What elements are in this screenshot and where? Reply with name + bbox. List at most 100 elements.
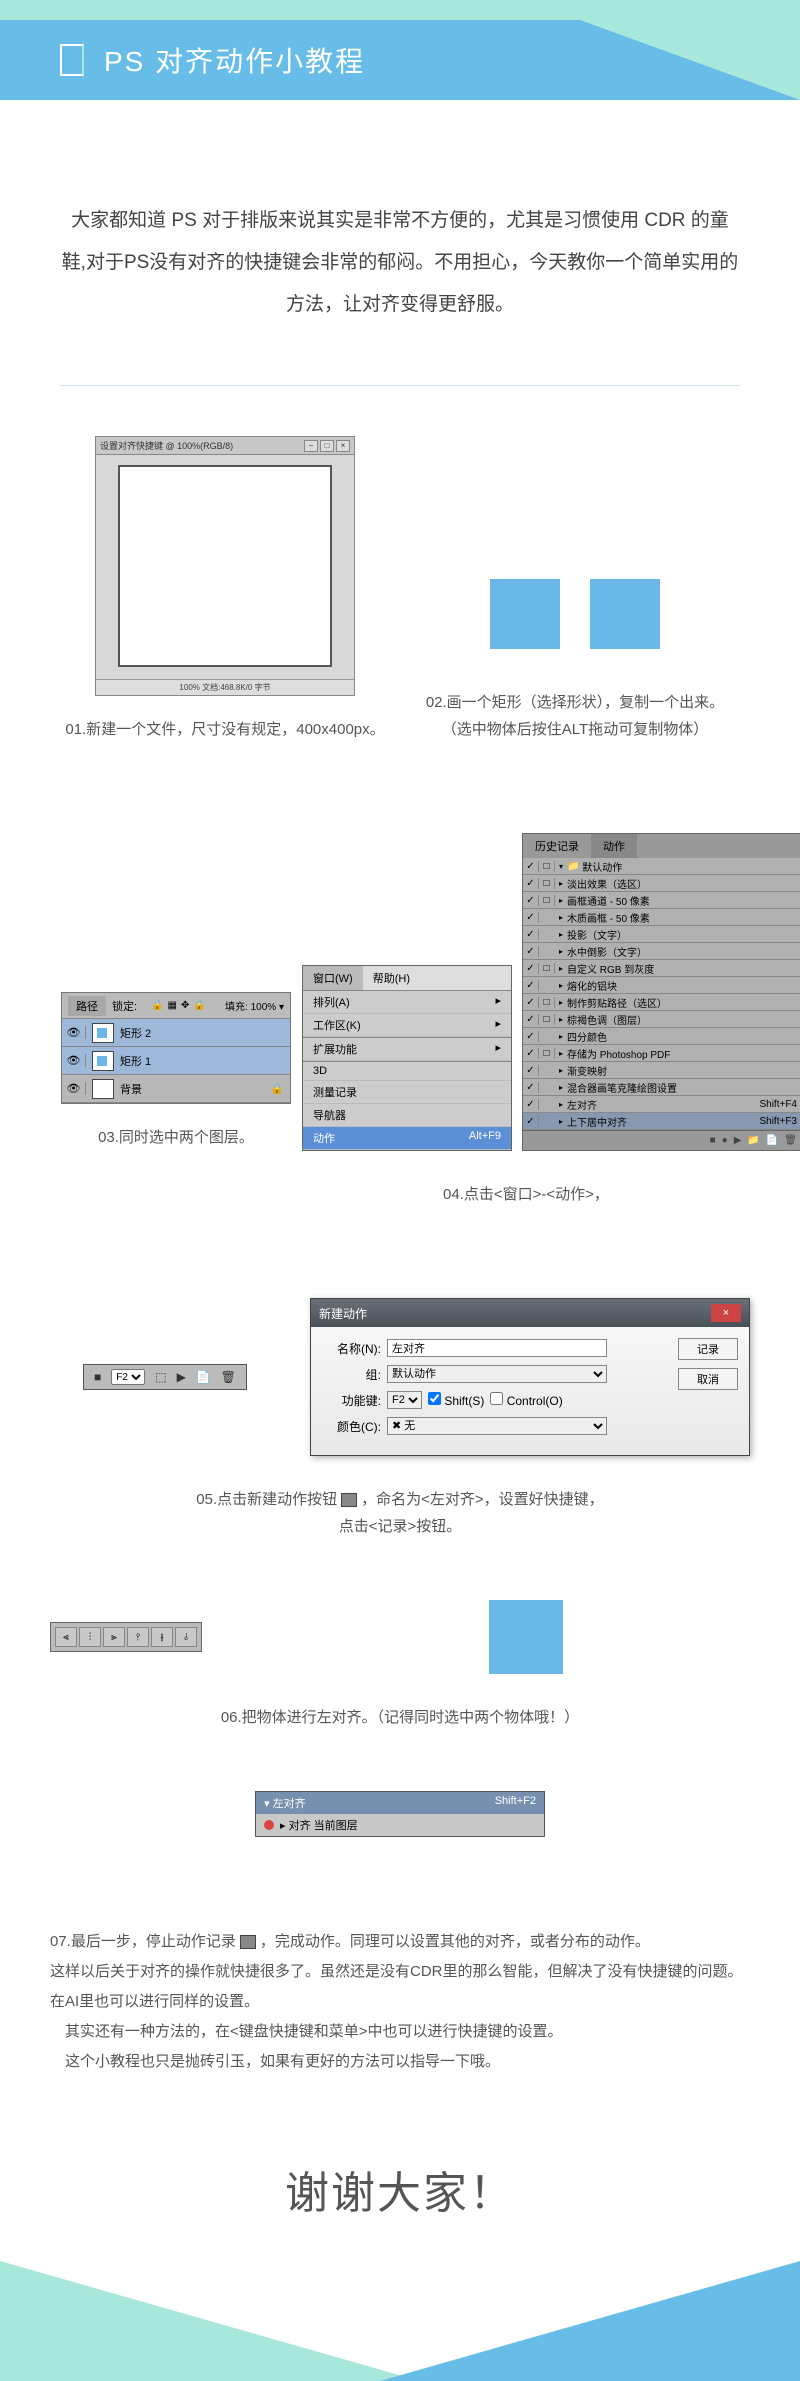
- menu-item[interactable]: 扩展功能▸: [303, 1038, 511, 1061]
- lock-pos-icon[interactable]: ✥: [181, 1000, 189, 1011]
- action-row[interactable]: ✓▸四分颜色: [523, 1028, 800, 1045]
- tab-paths[interactable]: 路径: [68, 996, 106, 1016]
- menu-item[interactable]: 3D: [303, 1062, 511, 1081]
- mini-toolbar: ■ F2 ⬚ ▶ 📄 🗑: [83, 1364, 247, 1390]
- lock-label: 锁定:: [112, 998, 137, 1014]
- fn-label: 功能键:: [325, 1392, 381, 1409]
- action-step-row[interactable]: ▸ 对齐 当前图层: [256, 1814, 544, 1836]
- layer-row[interactable]: 👁 矩形 1: [62, 1047, 290, 1075]
- divider: [60, 385, 740, 386]
- canvas: [118, 465, 332, 667]
- action-row[interactable]: ✓▸混合器画笔克隆绘图设置: [523, 1079, 800, 1096]
- menu-item[interactable]: 测量记录: [303, 1081, 511, 1104]
- tab-history[interactable]: 历史记录: [523, 834, 591, 858]
- action-row[interactable]: ✓□▸存储为 Photoshop PDF: [523, 1045, 800, 1062]
- play-icon[interactable]: ▶: [177, 1370, 186, 1384]
- visibility-icon[interactable]: 👁: [62, 1082, 86, 1095]
- layer-row[interactable]: 👁 矩形 2: [62, 1019, 290, 1047]
- action-row[interactable]: ✓□▸棕褐色调（图层）: [523, 1011, 800, 1028]
- window-title: 设置对齐快捷键 @ 100%(RGB/8): [100, 439, 233, 452]
- trash-icon[interactable]: 🗑: [784, 1135, 797, 1146]
- stop-icon[interactable]: ■: [94, 1370, 101, 1384]
- rect-2: [590, 579, 660, 649]
- fkey-select[interactable]: F2: [111, 1369, 145, 1385]
- menu-item-actions[interactable]: 动作Alt+F9: [303, 1127, 511, 1150]
- thanks-text: 谢谢大家！: [0, 2097, 800, 2251]
- action-row[interactable]: ✓□▾📁 默认动作: [523, 858, 800, 875]
- menu-window[interactable]: 窗口(W): [303, 966, 363, 990]
- caption-01: 01.新建一个文件，尺寸没有规定，400x400px。: [50, 716, 400, 743]
- action-row[interactable]: ✓▸渐变映射: [523, 1062, 800, 1079]
- color-select[interactable]: ✖ 无: [387, 1417, 607, 1435]
- menu-help[interactable]: 帮助(H): [363, 966, 420, 990]
- trash-icon[interactable]: 🗑: [221, 1370, 236, 1384]
- cancel-button[interactable]: 取消: [678, 1368, 738, 1390]
- visibility-icon[interactable]: 👁: [62, 1054, 86, 1067]
- action-row[interactable]: ✓□▸淡出效果（选区）: [523, 875, 800, 892]
- maximize-icon[interactable]: □: [320, 440, 334, 452]
- layer-name: 背景: [120, 1081, 142, 1097]
- menu-item[interactable]: 排列(A)▸: [303, 991, 511, 1014]
- name-input[interactable]: [387, 1339, 607, 1357]
- action-row[interactable]: ✓□▸制作剪贴路径（选区）: [523, 994, 800, 1011]
- action-recording-panel: ▾ 左对齐 Shift+F2 ▸ 对齐 当前图层: [255, 1791, 545, 1837]
- footer-decoration: [0, 2251, 800, 2381]
- stop-icon[interactable]: ■: [710, 1135, 716, 1146]
- layer-row[interactable]: 👁 背景 🔒: [62, 1075, 290, 1103]
- align-hcenter-icon[interactable]: ⫶: [79, 1627, 101, 1647]
- color-label: 颜色(C):: [325, 1418, 381, 1435]
- lock-all-icon[interactable]: 🔒: [193, 1000, 205, 1011]
- align-vcenter-icon[interactable]: ⫲: [151, 1627, 173, 1647]
- layer-name: 矩形 1: [120, 1053, 151, 1069]
- visibility-icon[interactable]: 👁: [62, 1026, 86, 1039]
- align-bottom-icon[interactable]: ⫰: [175, 1627, 197, 1647]
- action-row[interactable]: ✓▸熔化的铝块: [523, 977, 800, 994]
- stop-icon: [240, 1935, 256, 1949]
- minimize-icon[interactable]: –: [304, 440, 318, 452]
- caption-02: 02.画一个矩形（选择形状），复制一个出来。 （选中物体后按住ALT拖动可复制物…: [400, 689, 750, 743]
- align-left-icon[interactable]: ⫷: [55, 1627, 77, 1647]
- new-action-icon[interactable]: 📄: [766, 1135, 778, 1146]
- record-icon[interactable]: ●: [722, 1135, 728, 1146]
- tab-actions[interactable]: 动作: [591, 834, 637, 858]
- action-row[interactable]: ✓▸木质画框 - 50 像素: [523, 909, 800, 926]
- action-row[interactable]: ✓□▸画框通道 - 50 像素: [523, 892, 800, 909]
- menu-item[interactable]: 导航器: [303, 1104, 511, 1127]
- action-row[interactable]: ✓▸投影（文字）: [523, 926, 800, 943]
- aligned-rect: [489, 1600, 563, 1674]
- close-icon[interactable]: ×: [336, 440, 350, 452]
- menu-item[interactable]: 工作区(K)▸: [303, 1014, 511, 1037]
- layer-thumb: [92, 1051, 114, 1071]
- recording-icon: [264, 1820, 274, 1830]
- lock-pixel-icon[interactable]: ▦: [168, 1000, 177, 1011]
- header-logo-icon: [60, 44, 84, 76]
- action-row[interactable]: ✓▸水中倒影（文字）: [523, 943, 800, 960]
- rect-1: [490, 579, 560, 649]
- shift-checkbox[interactable]: Shift(S): [428, 1392, 484, 1408]
- record-button[interactable]: 记录: [678, 1338, 738, 1360]
- layer-thumb: [92, 1079, 114, 1099]
- new-icon[interactable]: 📄: [196, 1370, 211, 1384]
- close-icon[interactable]: ×: [711, 1304, 741, 1322]
- action-row[interactable]: ✓□▸自定义 RGB 到灰度: [523, 960, 800, 977]
- fn-select[interactable]: F2: [387, 1391, 422, 1409]
- action-row[interactable]: ✓▸上下居中对齐Shift+F3: [523, 1113, 800, 1130]
- header: PS 对齐动作小教程: [0, 0, 800, 130]
- window-menu: 窗口(W) 帮助(H) 排列(A)▸ 工作区(K)▸ 扩展功能▸ 3D 测量记录…: [302, 965, 512, 1151]
- layer-thumb: [92, 1023, 114, 1043]
- ctrl-checkbox[interactable]: Control(O): [490, 1392, 562, 1408]
- page-title: PS 对齐动作小教程: [104, 40, 365, 80]
- align-top-icon[interactable]: ⫯: [127, 1627, 149, 1647]
- play-icon[interactable]: ▶: [734, 1135, 742, 1146]
- align-toolbar: ⫷ ⫶ ⫸ ⫯ ⫲ ⫰: [50, 1622, 202, 1652]
- ps-window-step1: 设置对齐快捷键 @ 100%(RGB/8) – □ × 100% 文档:468.…: [95, 436, 355, 696]
- align-right-icon[interactable]: ⫸: [103, 1627, 125, 1647]
- new-set-icon[interactable]: 📁: [747, 1135, 759, 1146]
- lock-icon[interactable]: 🔒: [151, 1000, 163, 1011]
- caption-03: 03.同时选中两个图层。: [50, 1124, 302, 1151]
- action-row[interactable]: ✓▸左对齐Shift+F4: [523, 1096, 800, 1113]
- group-label: 组:: [325, 1366, 381, 1383]
- group-select[interactable]: 默认动作: [387, 1365, 607, 1383]
- layer-name: 矩形 2: [120, 1025, 151, 1041]
- name-label: 名称(N):: [325, 1340, 381, 1357]
